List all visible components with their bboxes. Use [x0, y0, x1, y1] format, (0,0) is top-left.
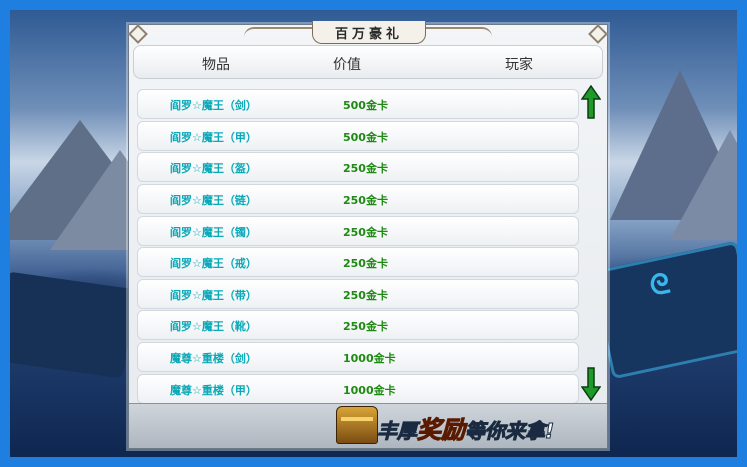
row-item: 阎罗☆魔王（链）	[170, 194, 257, 207]
row-item: 阎罗☆魔王（戒）	[170, 257, 257, 270]
table-row[interactable]: 阎罗☆魔王（甲） 500金卡	[137, 121, 579, 151]
table-row[interactable]: 阎罗☆魔王（靴） 250金卡	[137, 310, 579, 340]
title-ornament-left	[244, 27, 314, 39]
row-value: 500金卡	[343, 131, 388, 144]
header-value: 价值	[333, 57, 361, 73]
row-value: 500金卡	[343, 99, 388, 112]
banner-text-2: 奖励	[417, 416, 466, 445]
table-row[interactable]: 阎罗☆魔王（镯） 250金卡	[137, 216, 579, 246]
table-row[interactable]: 阎罗☆魔王（链） 250金卡	[137, 184, 579, 214]
banner-text-3: 等你来拿!	[464, 419, 555, 444]
banner-text-1: 丰厚	[377, 419, 418, 444]
table-row[interactable]: 阎罗☆魔王（带） 250金卡	[137, 279, 579, 309]
row-value: 250金卡	[343, 320, 388, 333]
row-item: 阎罗☆魔王（靴）	[170, 320, 257, 333]
row-value: 250金卡	[343, 194, 388, 207]
header-player: 玩家	[505, 57, 533, 73]
row-item: 阎罗☆魔王（镯）	[170, 226, 257, 239]
row-item: 阎罗☆魔王（带）	[170, 289, 257, 302]
mountain-right-2	[670, 130, 737, 240]
rock-left	[10, 271, 136, 379]
row-item: 阎罗☆魔王（盔）	[170, 162, 257, 175]
reward-banner-bar: 丰厚奖励等你来拿!	[129, 403, 607, 448]
table-row[interactable]: 阎罗☆魔王（戒） 250金卡	[137, 247, 579, 277]
down-arrow-icon[interactable]	[581, 367, 601, 401]
corner-ornament-left	[128, 24, 148, 44]
row-item: 魔尊☆重楼（剑）	[170, 352, 257, 365]
row-value: 1000金卡	[343, 352, 396, 365]
row-value: 250金卡	[343, 226, 388, 239]
reward-panel: 百万豪礼 物品 价值 玩家 阎罗☆魔王（剑） 500金卡 阎罗☆魔王（甲） 50…	[128, 21, 608, 449]
table-row[interactable]: 魔尊☆重楼（剑） 1000金卡	[137, 342, 579, 372]
panel-title: 百万豪礼	[312, 21, 426, 44]
header-item: 物品	[202, 57, 230, 73]
table-row[interactable]: 阎罗☆魔王（剑） 500金卡	[137, 89, 579, 119]
corner-ornament-right	[588, 24, 608, 44]
reward-banner: 丰厚奖励等你来拿!	[377, 410, 555, 445]
treasure-chest-icon	[336, 406, 378, 444]
row-value: 250金卡	[343, 162, 388, 175]
row-value: 250金卡	[343, 257, 388, 270]
row-item: 阎罗☆魔王（剑）	[170, 99, 257, 112]
rune-rock-right	[590, 240, 737, 380]
row-value: 250金卡	[343, 289, 388, 302]
row-item: 魔尊☆重楼（甲）	[170, 384, 257, 397]
table-row[interactable]: 阎罗☆魔王（盔） 250金卡	[137, 152, 579, 182]
up-arrow-icon[interactable]	[581, 85, 601, 119]
table-row[interactable]: 魔尊☆重楼（甲） 1000金卡	[137, 374, 579, 404]
row-value: 1000金卡	[343, 384, 396, 397]
row-item: 阎罗☆魔王（甲）	[170, 131, 257, 144]
table-header: 物品 价值 玩家	[133, 45, 603, 79]
title-ornament-right	[422, 27, 492, 39]
